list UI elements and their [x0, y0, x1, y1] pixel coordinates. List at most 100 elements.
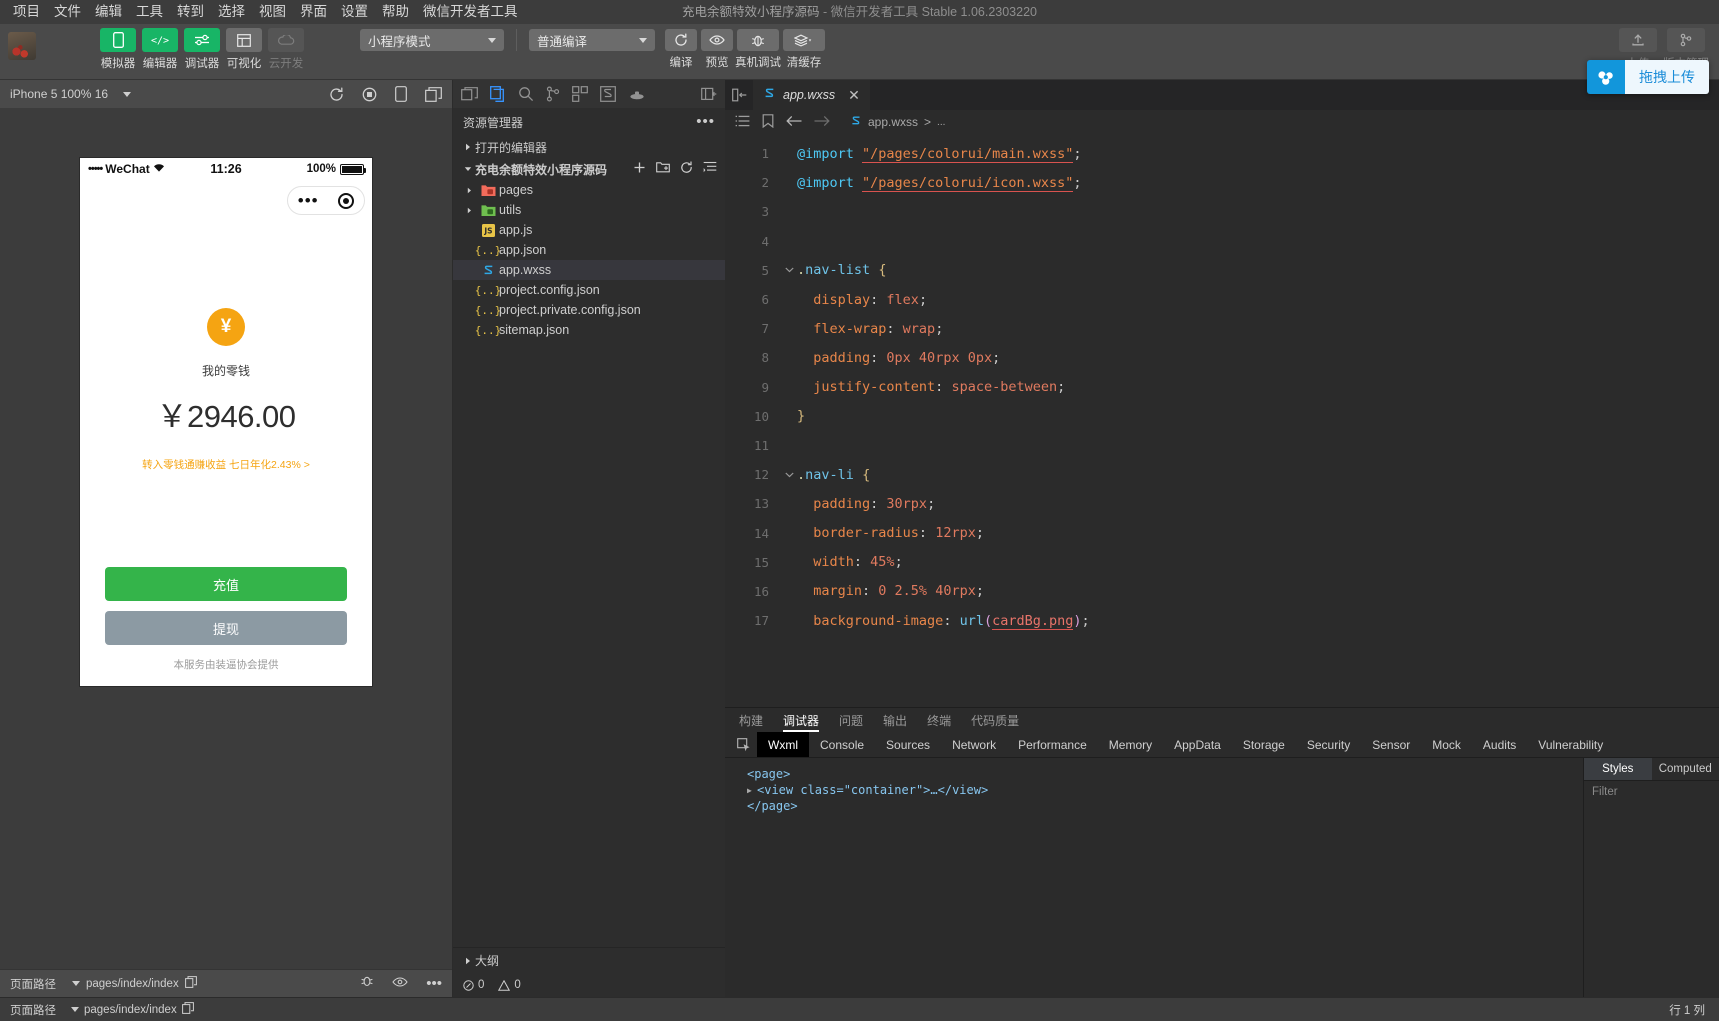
warning-count-group[interactable]: 0: [498, 979, 521, 991]
debugger-panel-tab[interactable]: 代码质量: [971, 708, 1019, 732]
tree-item-app-wxss[interactable]: app.wxss: [453, 260, 725, 280]
eye-icon[interactable]: [392, 975, 408, 993]
chevron-down-icon[interactable]: [781, 267, 797, 273]
devtools-tab[interactable]: Vulnerability: [1527, 732, 1614, 757]
chevron-down-icon[interactable]: [781, 472, 797, 478]
debugger-panel-tab[interactable]: 终端: [927, 708, 951, 732]
refresh-icon[interactable]: [329, 87, 344, 102]
section-project-root[interactable]: 充电余额特效小程序源码: [453, 158, 725, 180]
bookmark-icon[interactable]: [762, 113, 774, 131]
devtools-tab[interactable]: Storage: [1232, 732, 1296, 757]
record-icon[interactable]: [362, 87, 377, 102]
debugger-panel-tab[interactable]: 构建: [739, 708, 763, 732]
preview-button[interactable]: 预览: [701, 29, 733, 70]
toggle-visual-button[interactable]: 可视化: [226, 28, 262, 71]
tree-item-sitemap[interactable]: {..} sitemap.json: [453, 320, 725, 340]
toggle-simulator-button[interactable]: 模拟器: [100, 28, 136, 71]
debugger-panel-tab[interactable]: 问题: [839, 708, 863, 732]
menu-item-file[interactable]: 文件: [47, 0, 88, 24]
devtools-tab[interactable]: Performance: [1007, 732, 1098, 757]
tree-item-app-js[interactable]: JS app.js: [453, 220, 725, 240]
remote-debug-button[interactable]: 真机调试: [735, 29, 781, 70]
toggle-editor-button[interactable]: </> 编辑器: [142, 28, 178, 71]
devtools-tab[interactable]: Network: [941, 732, 1007, 757]
copy-path-icon[interactable]: [184, 976, 197, 991]
section-open-editors[interactable]: 打开的编辑器: [453, 136, 725, 158]
devtools-tab[interactable]: Memory: [1098, 732, 1163, 757]
compile-mode-select[interactable]: 普通编译: [529, 29, 655, 51]
status-cursor-position[interactable]: 行 1 列: [1659, 1002, 1719, 1018]
chevron-right-icon[interactable]: ▶: [747, 786, 757, 795]
new-file-icon[interactable]: [633, 161, 646, 177]
docker-icon[interactable]: [628, 88, 646, 101]
devtools-tab[interactable]: AppData: [1163, 732, 1232, 757]
menu-item-view[interactable]: 视图: [252, 0, 293, 24]
devtools-tab[interactable]: Wxml: [757, 732, 809, 757]
menu-item-project[interactable]: 项目: [6, 0, 47, 24]
menu-item-interface[interactable]: 界面: [293, 0, 334, 24]
close-icon[interactable]: ✕: [848, 87, 860, 104]
clear-cache-button[interactable]: 清缓存: [783, 29, 825, 70]
tab-computed[interactable]: Computed: [1652, 758, 1719, 780]
status-page-path[interactable]: 页面路径 pages/index/index: [0, 1002, 204, 1018]
tree-item-app-json[interactable]: {..} app.json: [453, 240, 725, 260]
refresh-explorer-icon[interactable]: [680, 161, 693, 177]
explorer-more-icon[interactable]: •••: [696, 114, 715, 129]
section-outline[interactable]: 大纲: [453, 947, 725, 973]
compile-button[interactable]: 编译: [665, 29, 697, 70]
device-select[interactable]: iPhone 5 100% 16: [10, 87, 132, 101]
devtools-tab[interactable]: Security: [1296, 732, 1361, 757]
collapse-all-icon[interactable]: [703, 161, 717, 177]
debugger-panel-tab[interactable]: 输出: [883, 708, 907, 732]
new-folder-icon[interactable]: [656, 161, 670, 177]
devtools-tab[interactable]: Sources: [875, 732, 941, 757]
chevron-down-icon[interactable]: [72, 981, 80, 986]
styles-filter-input[interactable]: Filter: [1584, 780, 1719, 802]
menu-item-help[interactable]: 帮助: [375, 0, 416, 24]
copy-path-icon[interactable]: [181, 1002, 194, 1017]
tree-item-utils[interactable]: utils: [453, 200, 725, 220]
toggle-cloud-button[interactable]: 云开发: [268, 28, 304, 71]
breadcrumb[interactable]: app.wxss > ...: [850, 115, 945, 130]
devtools-tab[interactable]: Mock: [1421, 732, 1472, 757]
chevron-down-icon[interactable]: [71, 1007, 79, 1012]
rotate-device-icon[interactable]: [395, 86, 407, 102]
debugger-panel-tab[interactable]: 调试器: [783, 708, 820, 732]
menu-item-select[interactable]: 选择: [211, 0, 252, 24]
collapse-panel-icon[interactable]: [701, 87, 717, 101]
menu-item-devtools[interactable]: 微信开发者工具: [416, 0, 525, 24]
wxss-panel-icon[interactable]: [600, 86, 616, 102]
withdraw-button[interactable]: 提现: [105, 611, 347, 645]
source-control-icon[interactable]: [546, 86, 560, 102]
tab-styles[interactable]: Styles: [1584, 758, 1652, 780]
tree-item-pages[interactable]: pages: [453, 180, 725, 200]
search-icon[interactable]: [518, 86, 534, 102]
explorer-icon[interactable]: [490, 86, 506, 102]
menu-item-edit[interactable]: 编辑: [88, 0, 129, 24]
copy-window-icon[interactable]: [425, 86, 442, 102]
wxml-node[interactable]: ▶ <view class="container">…</view>: [737, 782, 1571, 798]
error-count-group[interactable]: 0: [463, 979, 484, 991]
menu-item-settings[interactable]: 设置: [334, 0, 375, 24]
outline-list-icon[interactable]: [735, 115, 750, 130]
wxml-node[interactable]: <page>: [737, 766, 1571, 782]
devtools-tab[interactable]: Sensor: [1361, 732, 1421, 757]
toggle-debugger-button[interactable]: 调试器: [184, 28, 220, 71]
recharge-button[interactable]: 充值: [105, 567, 347, 601]
project-mode-select[interactable]: 小程序模式: [360, 29, 504, 51]
menu-item-tools[interactable]: 工具: [129, 0, 170, 24]
devtools-tab[interactable]: Console: [809, 732, 875, 757]
bug-icon[interactable]: [360, 974, 374, 993]
nav-forward-icon[interactable]: [814, 115, 830, 130]
split-editor-icon[interactable]: [461, 86, 478, 102]
devtools-tab[interactable]: Audits: [1472, 732, 1527, 757]
editor-tab-app-wxss[interactable]: app.wxss ✕: [753, 80, 871, 110]
menu-item-goto[interactable]: 转到: [170, 0, 211, 24]
wxml-tree[interactable]: <page> ▶ <view class="container">…</view> …: [725, 758, 1583, 997]
promo-link[interactable]: 转入零钱通赚收益 七日年化2.43% >: [142, 457, 310, 472]
element-picker-icon[interactable]: [731, 732, 757, 757]
toggle-sidebar-icon[interactable]: [725, 80, 753, 110]
tree-item-project-private-config[interactable]: {..} project.private.config.json: [453, 300, 725, 320]
tree-item-project-config[interactable]: {..} project.config.json: [453, 280, 725, 300]
user-avatar[interactable]: [8, 32, 36, 60]
